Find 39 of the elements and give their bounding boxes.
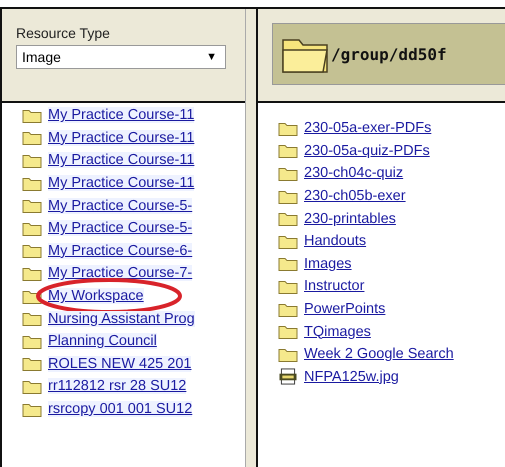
folder-icon <box>22 197 42 214</box>
folder-link[interactable]: ROLES NEW 425 201 <box>48 356 192 372</box>
folder-icon <box>22 310 42 328</box>
path-text: /group/dd50f <box>331 44 447 64</box>
folder-link[interactable]: My Workspace <box>48 288 144 304</box>
folder-link[interactable]: Planning Council <box>48 333 157 350</box>
folder-icon <box>22 129 42 146</box>
folder-link[interactable]: My Practice Course-6- <box>48 242 192 259</box>
file-link[interactable]: Instructor <box>304 278 364 294</box>
folder-link[interactable]: My Practice Course-11 <box>48 152 194 168</box>
folder-link[interactable]: My Practice Course-5- <box>48 220 192 236</box>
folder-icon <box>278 255 298 272</box>
file-link[interactable]: TQimages <box>304 324 371 340</box>
folder-link[interactable]: rsrcopy 001 001 SU12 <box>48 401 192 418</box>
file-link[interactable]: 230-printables <box>304 210 396 227</box>
folder-link[interactable]: My Practice Course-11 <box>48 107 194 124</box>
file-link[interactable]: 230-05a-exer-PDFs <box>304 120 432 136</box>
folder-icon <box>22 355 42 372</box>
file-link[interactable]: Week 2 Google Search <box>304 346 454 362</box>
resource-type-label: Resource Type <box>16 25 111 41</box>
file-link[interactable]: NFPA125w.jpg <box>304 368 399 385</box>
folder-link[interactable]: rr112812 rsr 28 SU12 <box>48 378 186 394</box>
file-link[interactable]: Images <box>304 256 352 272</box>
resource-type-dropdown[interactable]: Image ▼ <box>16 45 226 69</box>
folder-link[interactable]: My Practice Course-11 <box>48 130 194 146</box>
file-link[interactable]: Handouts <box>304 233 366 250</box>
file-link[interactable]: 230-05a-quiz-PDFs <box>304 142 430 159</box>
folder-icon <box>278 142 298 160</box>
folder-link[interactable]: My Practice Course-7- <box>48 265 192 282</box>
folder-link[interactable]: My Practice Course-5- <box>48 198 192 214</box>
image-file-icon <box>278 368 298 386</box>
folder-link[interactable]: My Practice Course-11 <box>48 175 194 192</box>
folder-link[interactable]: Nursing Assistant Prog <box>48 310 195 327</box>
folder-icon <box>278 323 298 340</box>
folder-icon <box>278 210 298 228</box>
file-link[interactable]: PowerPoints <box>304 301 386 318</box>
file-link[interactable]: 230-ch04c-quiz <box>304 165 404 182</box>
folder-icon <box>22 242 42 260</box>
file-link[interactable]: 230-ch05b-exer <box>304 188 406 204</box>
